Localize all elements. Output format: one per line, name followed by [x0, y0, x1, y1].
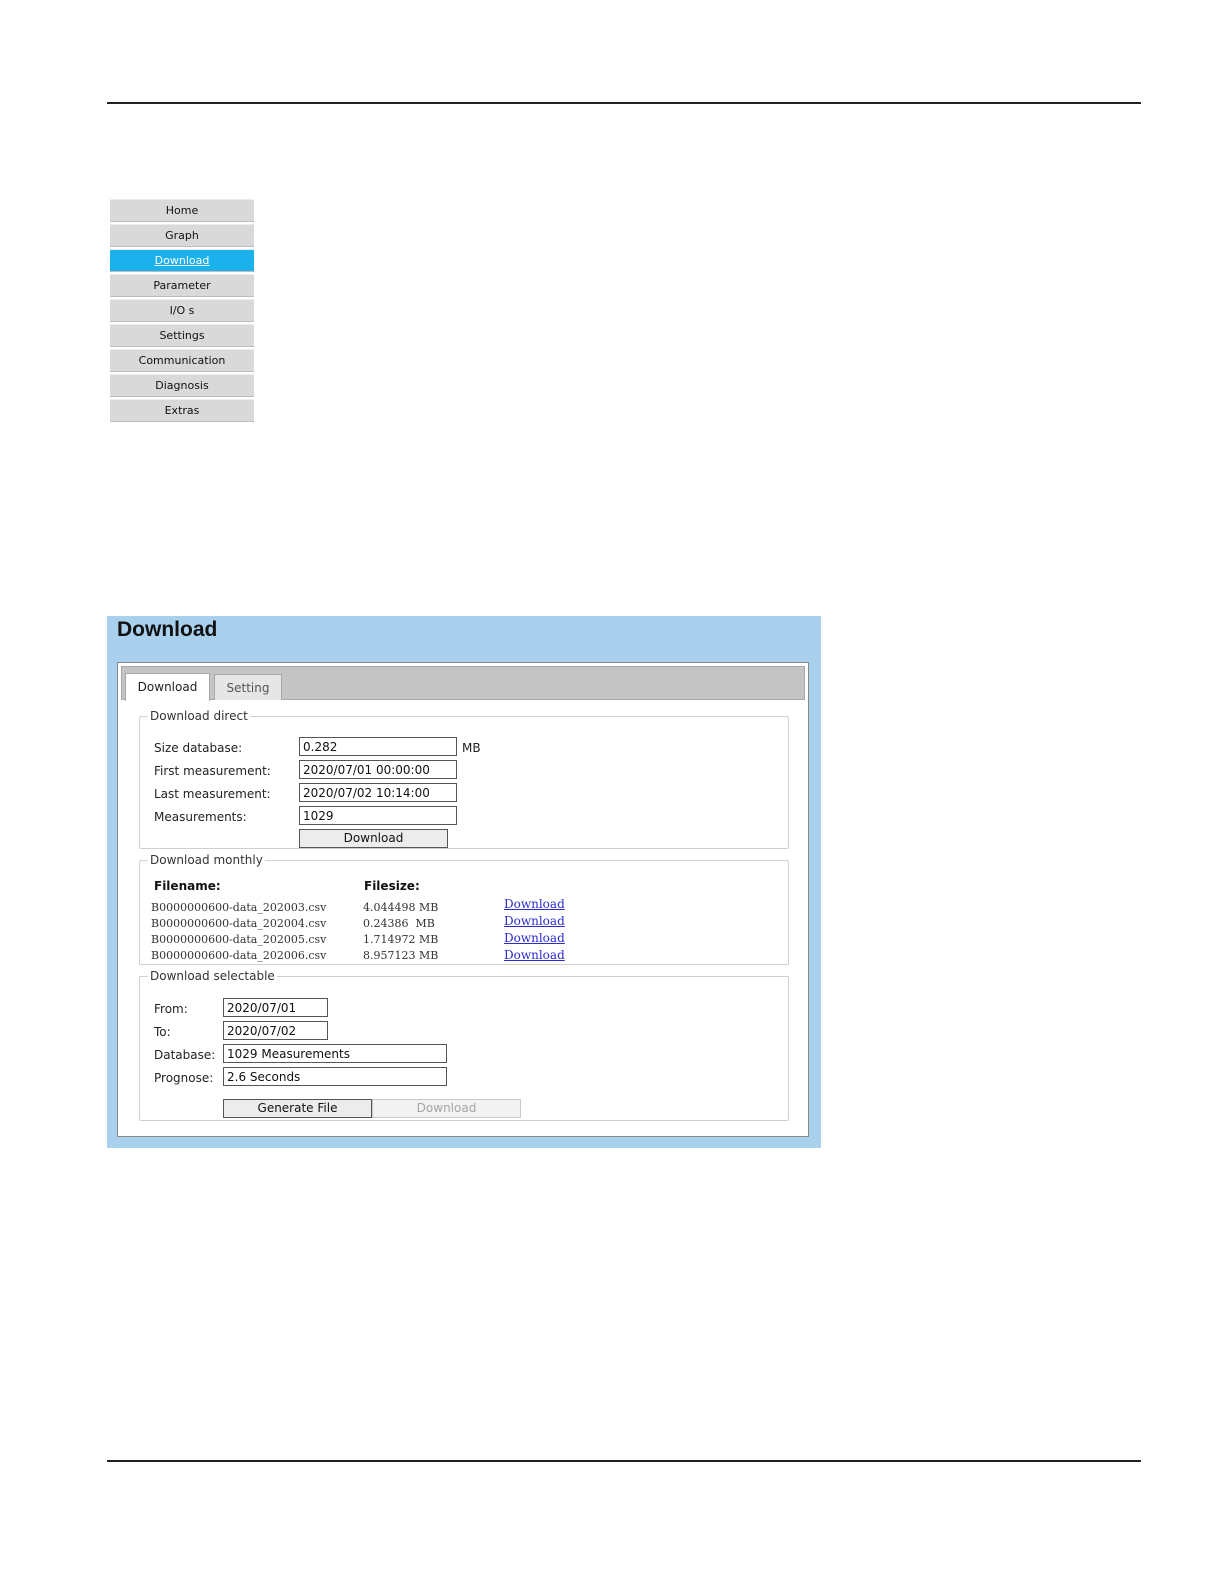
nav-menu: Home Graph Download Parameter I/O s Sett… [110, 199, 254, 424]
nav-item-home[interactable]: Home [110, 199, 254, 222]
last-measurement-label: Last measurement: [154, 787, 271, 801]
nav-item-graph[interactable]: Graph [110, 224, 254, 247]
file-row-2-download-link[interactable]: Download [504, 914, 565, 928]
database-field[interactable] [223, 1044, 447, 1063]
nav-item-diagnosis[interactable]: Diagnosis [110, 374, 254, 397]
file-row-2-size: 0.24386 MB [363, 917, 435, 930]
tab-setting[interactable]: Setting [214, 674, 282, 700]
measurements-field[interactable] [299, 806, 457, 825]
file-row-3-download-link[interactable]: Download [504, 931, 565, 945]
prognose-label: Prognose: [154, 1071, 214, 1085]
file-row-4-size: 8.957123 MB [363, 949, 439, 962]
file-row-1-name: B0000000600-data_202003.csv [151, 901, 327, 914]
size-database-field[interactable] [299, 737, 457, 756]
download-direct-section: Download direct Size database: MB First … [139, 709, 789, 849]
file-row-3-name: B0000000600-data_202005.csv [151, 933, 327, 946]
tab-download[interactable]: Download [125, 673, 210, 701]
nav-item-ios[interactable]: I/O s [110, 299, 254, 322]
nav-item-communication[interactable]: Communication [110, 349, 254, 372]
nav-item-settings[interactable]: Settings [110, 324, 254, 347]
file-row-3-size: 1.714972 MB [363, 933, 439, 946]
download-direct-button[interactable]: Download [299, 829, 448, 848]
filename-header: Filename: [154, 879, 221, 893]
database-label: Database: [154, 1048, 216, 1062]
nav-item-parameter[interactable]: Parameter [110, 274, 254, 297]
first-measurement-field[interactable] [299, 760, 457, 779]
page-title: Download [117, 618, 218, 641]
nav-item-download[interactable]: Download [110, 249, 254, 272]
to-date-field[interactable] [223, 1021, 328, 1040]
file-row-1-download-link[interactable]: Download [504, 897, 565, 911]
first-measurement-label: First measurement: [154, 764, 271, 778]
download-selectable-legend: Download selectable [150, 969, 275, 983]
file-row-2-name: B0000000600-data_202004.csv [151, 917, 327, 930]
generate-file-button[interactable]: Generate File [223, 1099, 372, 1118]
panel-content: Download Setting Download direct Size da… [117, 662, 809, 1137]
download-selectable-section: Download selectable From: To: Database: … [139, 969, 789, 1121]
nav-item-extras[interactable]: Extras [110, 399, 254, 422]
download-monthly-legend: Download monthly [150, 853, 263, 867]
prognose-field[interactable] [223, 1067, 447, 1086]
file-row-4-download-link[interactable]: Download [504, 948, 565, 962]
size-unit: MB [462, 741, 481, 755]
tab-bar: Download Setting [121, 666, 805, 701]
from-label: From: [154, 1002, 188, 1016]
top-rule [107, 102, 1141, 104]
bottom-rule [107, 1460, 1141, 1462]
download-direct-legend: Download direct [150, 709, 248, 723]
size-database-label: Size database: [154, 741, 243, 755]
last-measurement-field[interactable] [299, 783, 457, 802]
measurements-label: Measurements: [154, 810, 247, 824]
file-row-1-size: 4.044498 MB [363, 901, 439, 914]
download-panel: Download Download Setting Download direc… [107, 616, 821, 1148]
download-selectable-button[interactable]: Download [372, 1099, 521, 1118]
from-date-field[interactable] [223, 998, 328, 1017]
download-monthly-section: Download monthly Filename: Filesize: B00… [139, 853, 789, 965]
to-label: To: [154, 1025, 171, 1039]
filesize-header: Filesize: [364, 879, 420, 893]
file-row-4-name: B0000000600-data_202006.csv [151, 949, 327, 962]
